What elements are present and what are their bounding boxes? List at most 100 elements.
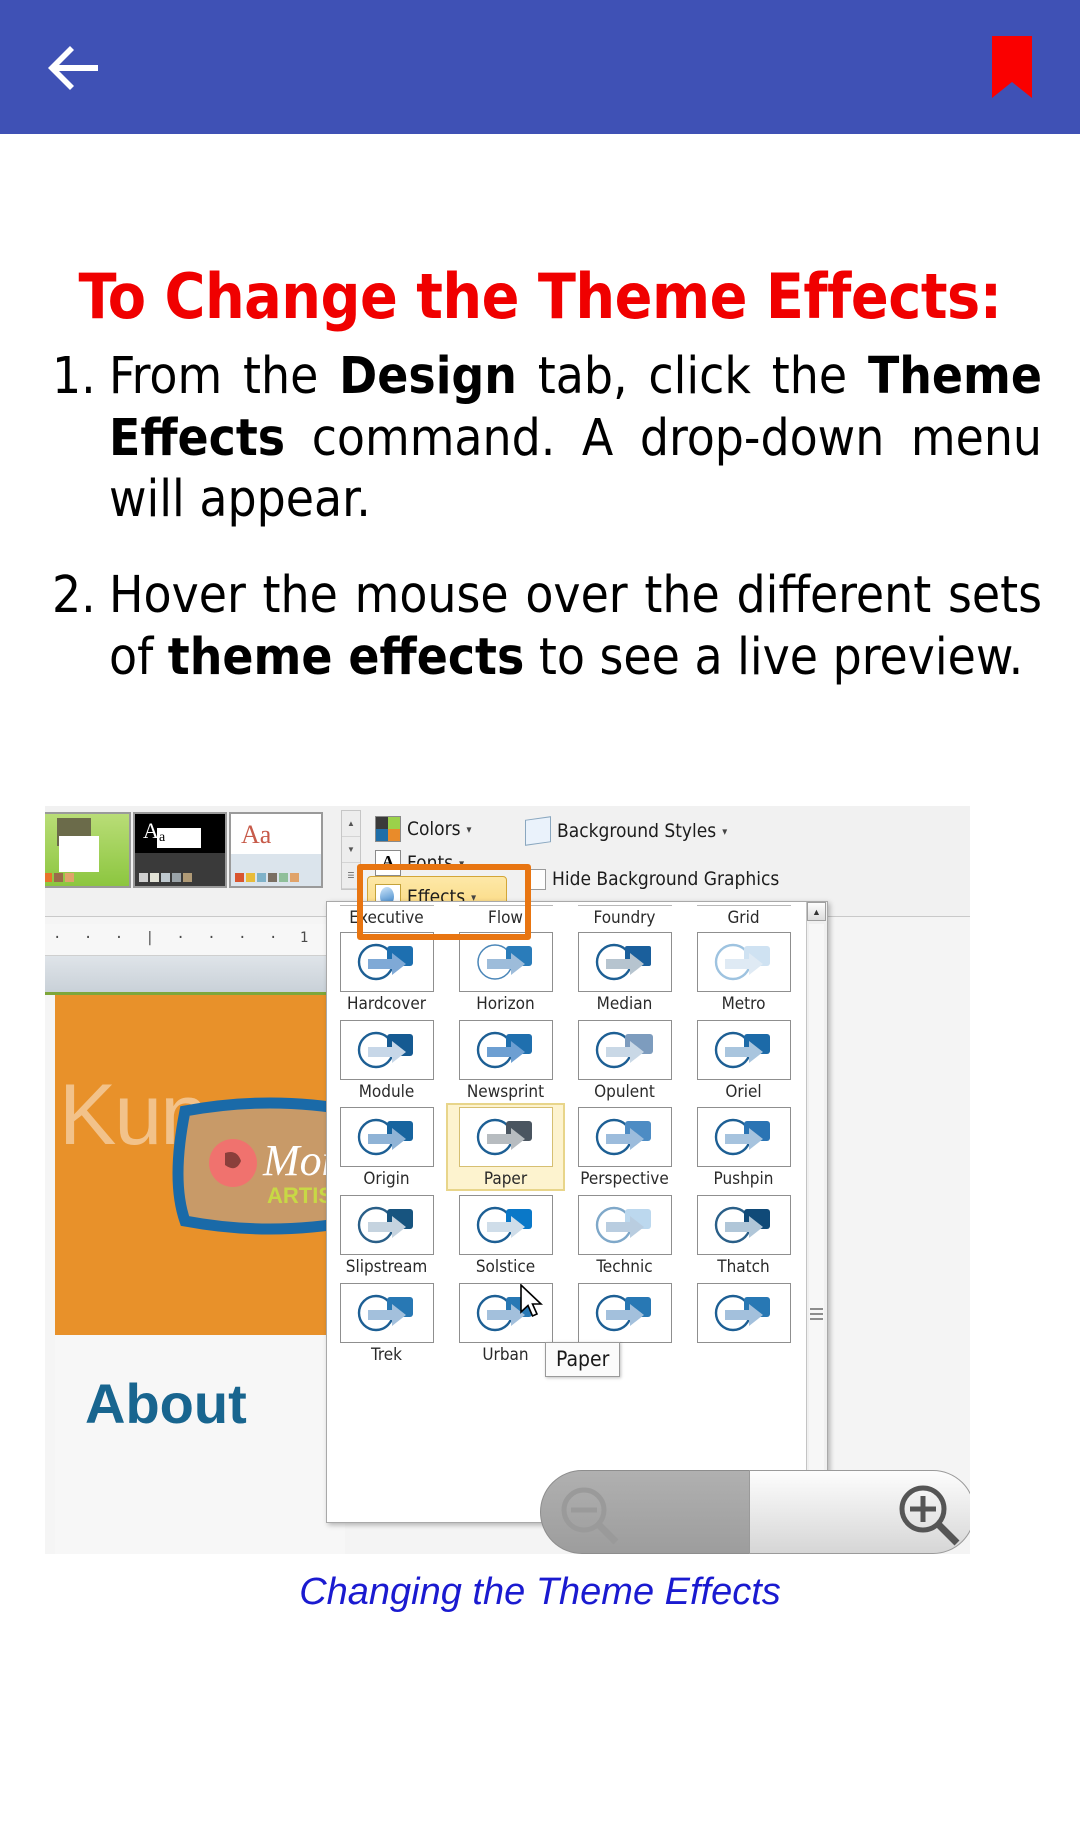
gallery-item[interactable]: Hardcover [327, 928, 446, 1016]
list-item-text: Hover the mouse over the different sets … [109, 566, 1042, 687]
text-run: From the [109, 347, 340, 406]
effect-thumbnail [339, 932, 434, 992]
gallery-item[interactable] [684, 1279, 803, 1367]
arrow-left-icon [48, 46, 98, 90]
list-item-number: 1. [52, 347, 96, 406]
gallery-item[interactable]: Module [327, 1016, 446, 1104]
effect-thumbnail [577, 1282, 672, 1343]
effect-thumbnail [696, 1195, 791, 1256]
theme-thumbnail[interactable] [45, 812, 131, 888]
text-run: tab, click the [516, 347, 868, 406]
effect-thumbnail [696, 1282, 791, 1343]
text-run-bold: theme effects [167, 627, 525, 687]
gallery-item-label: Hardcover [346, 994, 427, 1014]
theme-colors-label: Colors [407, 818, 461, 840]
gallery-item[interactable]: Trek [327, 1279, 446, 1367]
gallery-item-label: Paper [483, 1169, 528, 1190]
theme-scroll-up-button[interactable]: ▲ [342, 811, 360, 837]
magnifier-plus-icon [899, 1485, 960, 1546]
back-button[interactable] [38, 33, 108, 103]
gallery-item[interactable]: Origin [327, 1103, 446, 1191]
list-item-text: From the Design tab, click the Theme Eff… [109, 347, 1042, 529]
gallery-grid: Executive Flow Foundry Grid Hardcover Ho… [327, 902, 805, 1366]
magnifier-minus-icon [561, 1487, 619, 1545]
chevron-down-icon: ▾ [459, 856, 465, 870]
colors-icon [375, 816, 401, 842]
effect-thumbnail [458, 932, 553, 992]
background-styles-icon [525, 816, 551, 846]
chevron-down-icon: ▾ [722, 824, 728, 838]
gallery-item-label: Oriel [725, 1081, 762, 1102]
theme-thumbnail[interactable]: Aa [229, 812, 323, 888]
gallery-scrollbar[interactable]: ▲ [806, 902, 827, 1522]
background-styles-label: Background Styles [557, 820, 717, 842]
zoom-controls[interactable] [540, 1462, 970, 1554]
gallery-item-selected[interactable]: Paper [446, 1103, 565, 1192]
theme-more-button[interactable]: ☰ [342, 863, 360, 889]
gallery-header-label: Flow [488, 908, 523, 928]
gallery-item-label: Horizon [476, 994, 535, 1014]
gallery-scroll-track[interactable] [809, 924, 824, 1499]
gallery-item[interactable]: Opulent [565, 1016, 684, 1104]
theme-gallery-scrollbar[interactable]: ▲ ▼ ☰ [341, 810, 361, 890]
gallery-item[interactable]: Horizon [446, 928, 565, 1016]
theme-fonts-label: Fonts [407, 852, 454, 874]
gallery-header-cell: Grid [684, 905, 803, 928]
gallery-item-label: Solstice [475, 1257, 536, 1278]
theme-colors-button[interactable]: Colors ▾ [375, 816, 472, 842]
effect-thumbnail [339, 1282, 434, 1343]
gallery-item-label: Origin [363, 1169, 410, 1190]
gallery-item-label: Metro [721, 994, 766, 1014]
effect-thumbnail [696, 1019, 791, 1080]
gallery-scroll-up-button[interactable]: ▲ [807, 902, 826, 921]
gallery-item-label: Module [358, 1081, 415, 1102]
hide-background-graphics-checkbox[interactable]: Hide Background Graphics [525, 868, 779, 890]
effect-thumbnail [696, 1107, 791, 1168]
gallery-item[interactable]: Thatch [684, 1191, 803, 1279]
theme-fonts-button[interactable]: A Fonts ▾ [375, 850, 464, 876]
effect-thumbnail [577, 1195, 672, 1256]
fonts-icon: A [375, 850, 401, 876]
gallery-item-label: Median [596, 994, 653, 1014]
figure-caption: Changing the Theme Effects [299, 1571, 781, 1613]
list-item: 1. From the Design tab, click the Theme … [52, 346, 1042, 531]
gallery-item-label: Perspective [580, 1169, 669, 1190]
gallery-header-label: Executive [349, 908, 424, 928]
gallery-row: Module Newsprint Opulent Oriel [327, 1016, 805, 1104]
theme-thumbnail[interactable]: A a [133, 812, 227, 888]
gallery-item[interactable]: Slipstream [327, 1191, 446, 1279]
gallery-scroll-grip-icon[interactable] [810, 1302, 823, 1326]
gallery-item[interactable]: Metro [684, 928, 803, 1016]
page-title: To Change the Theme Effects: [78, 260, 1002, 333]
theme-effects-gallery[interactable]: Executive Flow Foundry Grid Hardcover Ho… [326, 901, 828, 1523]
gallery-item-label: Urban [482, 1344, 529, 1365]
theme-scroll-down-button[interactable]: ▼ [342, 837, 360, 863]
gallery-item[interactable]: Perspective [565, 1103, 684, 1191]
slide-editor-pane: · · · | · · · · 1 · · · · | · · · 2 · Ku… [45, 916, 368, 1554]
gallery-header-cell: Foundry [565, 905, 684, 928]
article-content: To Change the Theme Effects: 1. From the… [0, 134, 1080, 1838]
effect-thumbnail [577, 1107, 672, 1168]
gallery-item[interactable]: Newsprint [446, 1016, 565, 1104]
gallery-header-cell: Executive [327, 905, 446, 928]
gallery-item[interactable]: Median [565, 928, 684, 1016]
horizontal-ruler: · · · | · · · · 1 · · · · | · · · 2 · [45, 924, 345, 956]
gallery-item[interactable]: Technic [565, 1191, 684, 1279]
instruction-list: 1. From the Design tab, click the Theme … [52, 346, 1042, 723]
text-run: to see a live preview. [524, 627, 1024, 687]
gallery-item[interactable]: Pushpin [684, 1103, 803, 1191]
gallery-item[interactable]: Oriel [684, 1016, 803, 1104]
gallery-item[interactable]: Solstice [446, 1191, 565, 1279]
gallery-item-label: Pushpin [713, 1169, 774, 1190]
background-styles-button[interactable]: Background Styles ▾ [525, 816, 728, 846]
list-item: 2. Hover the mouse over the different se… [52, 565, 1042, 688]
gallery-header-label: Foundry [593, 908, 656, 928]
gallery-item-label: Trek [370, 1344, 403, 1365]
gallery-item-label: Newsprint [466, 1081, 545, 1102]
bookmark-button[interactable] [988, 36, 1036, 102]
list-item-number: 2. [52, 566, 96, 626]
gallery-row: Slipstream Solstice Technic Thatch [327, 1191, 805, 1279]
slide-lower-area [55, 1335, 345, 1554]
slide-toolbar-band [45, 956, 345, 995]
gallery-header-label: Grid [727, 908, 760, 928]
